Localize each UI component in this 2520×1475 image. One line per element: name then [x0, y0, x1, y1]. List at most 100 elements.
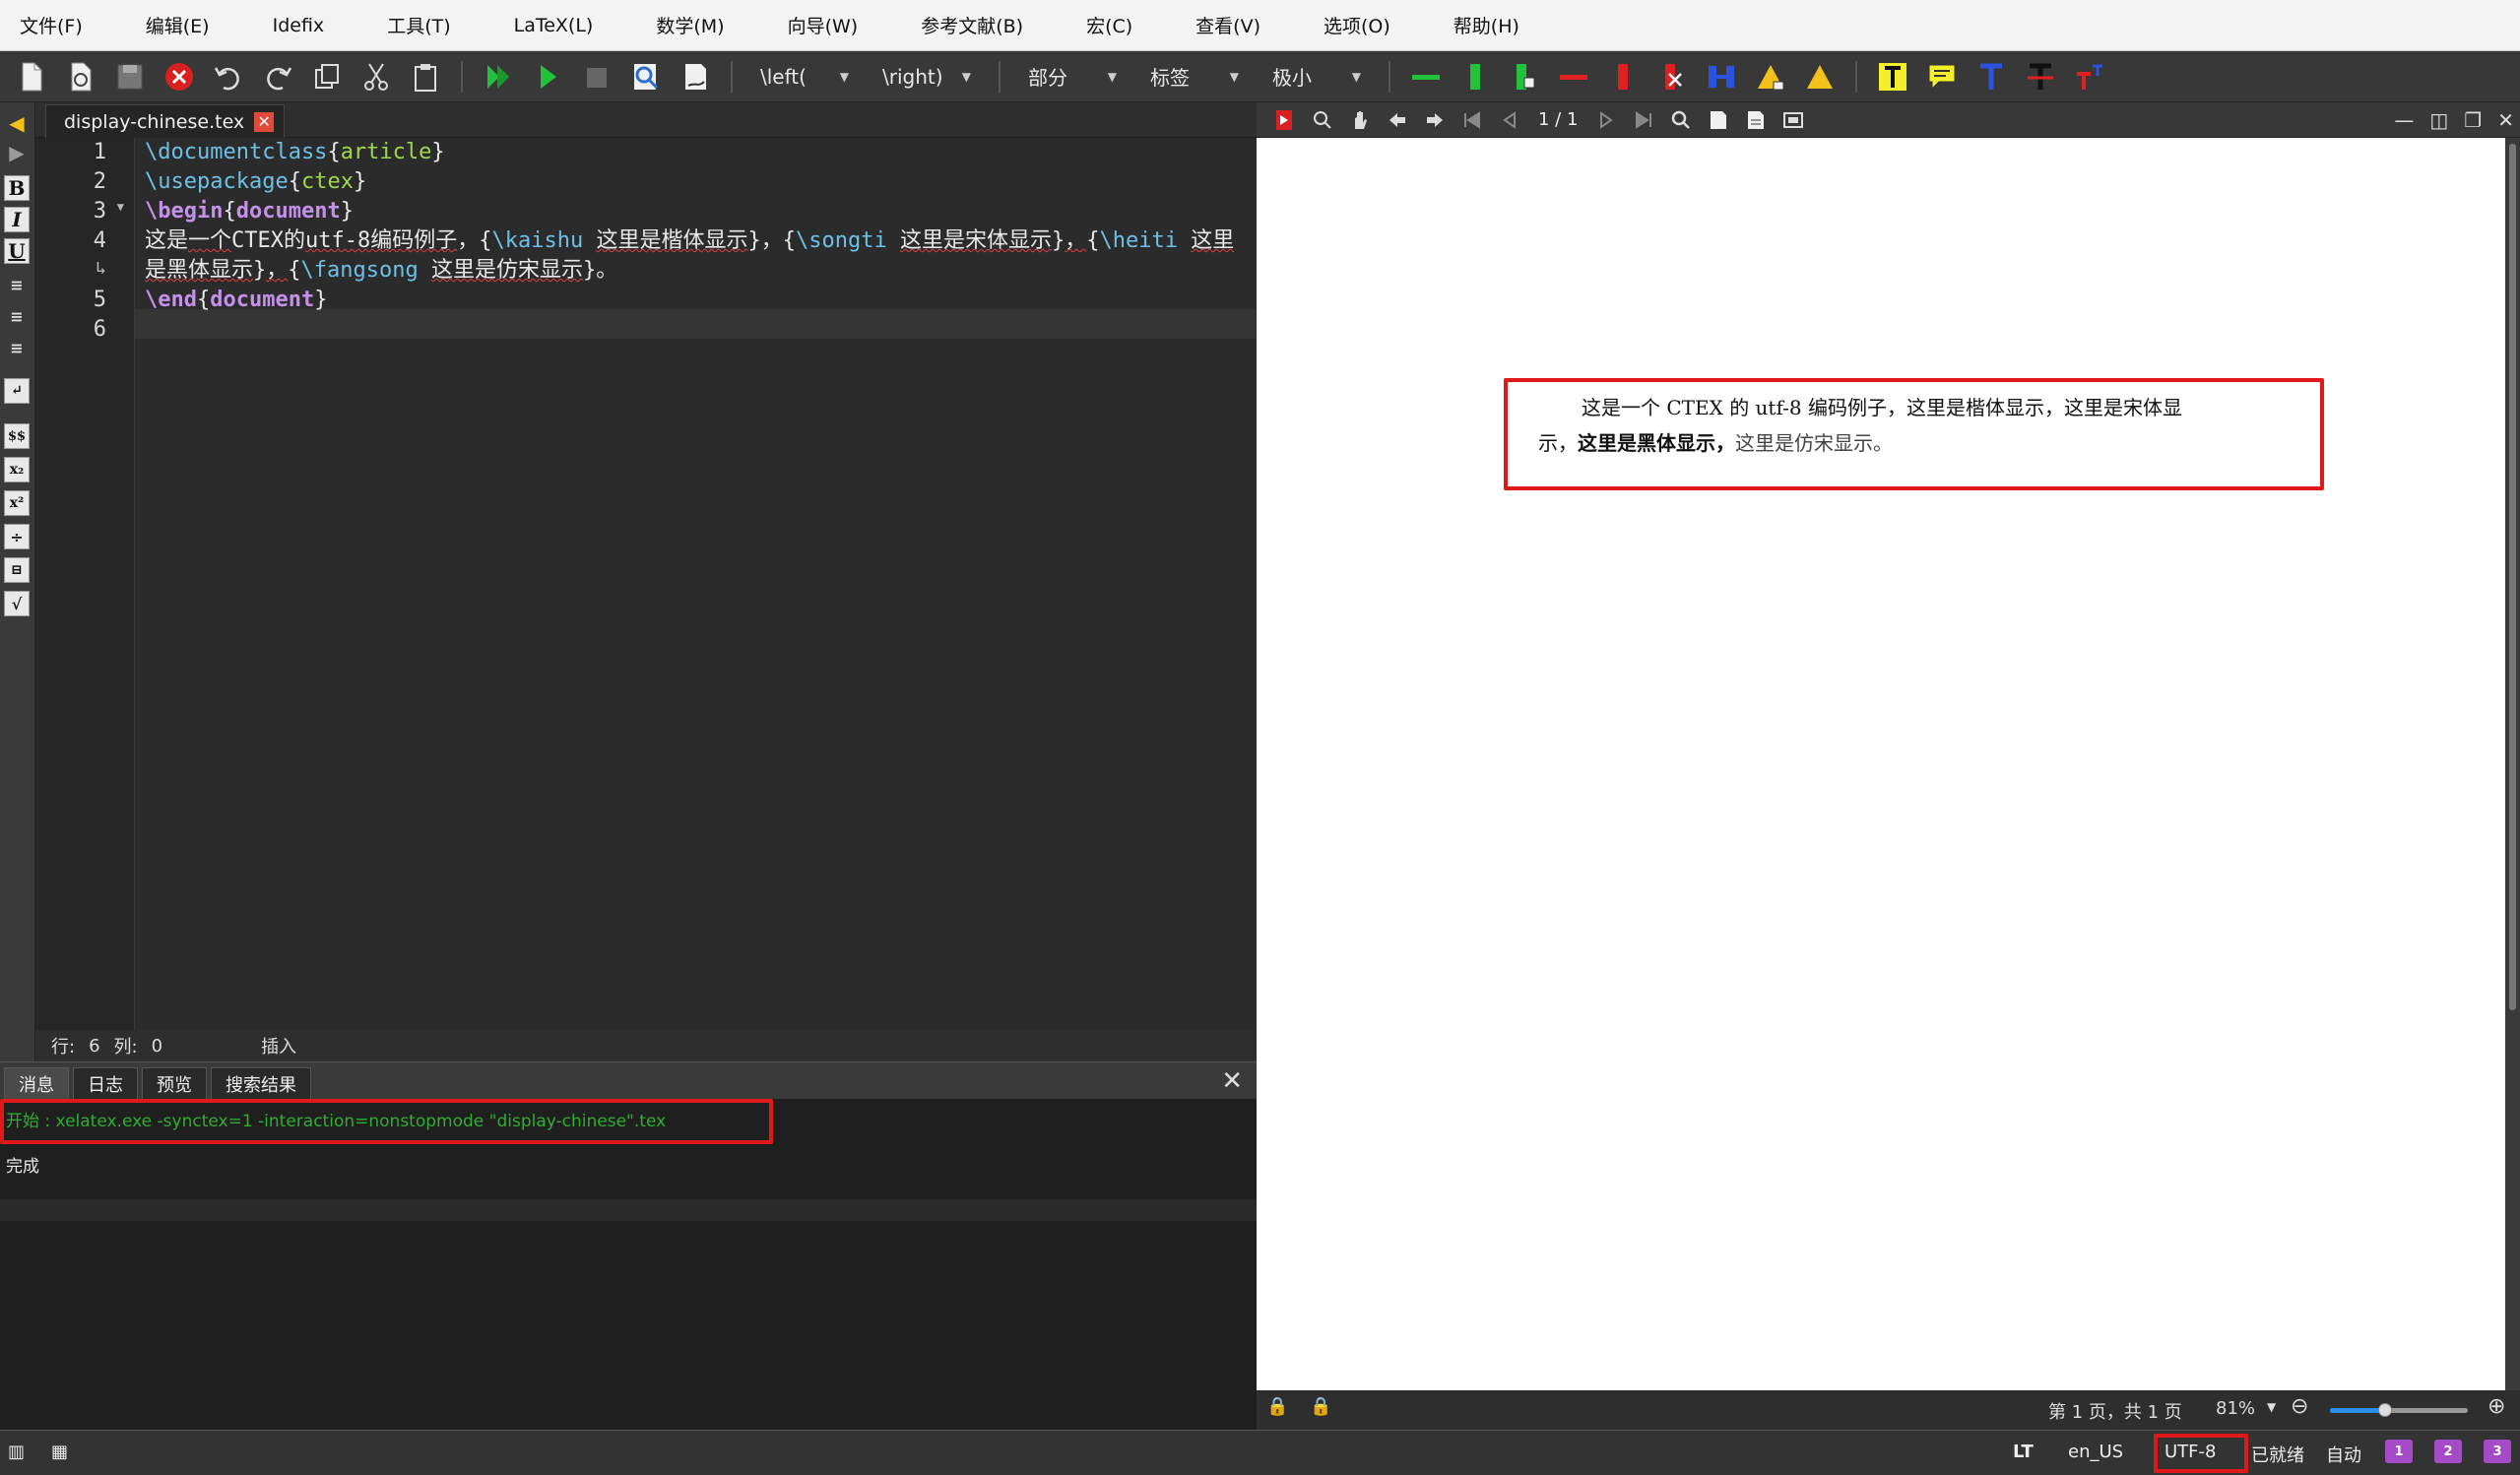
- menu-bibliography[interactable]: 参考文献(B): [909, 12, 1035, 38]
- maximize-icon[interactable]: ❐: [2464, 108, 2482, 132]
- close-panel-icon[interactable]: ✕: [1221, 1066, 1243, 1096]
- menu-macros[interactable]: 宏(C): [1074, 12, 1144, 38]
- menu-latex[interactable]: LaTeX(L): [502, 15, 606, 36]
- open-file-icon[interactable]: [63, 59, 98, 95]
- zoom-dropdown-icon[interactable]: ▼: [2267, 1400, 2276, 1414]
- dfrac-icon[interactable]: ⊟: [4, 557, 30, 583]
- back-arrow-icon[interactable]: ◀: [4, 110, 30, 136]
- fold-arrow-icon[interactable]: ▼: [117, 200, 124, 214]
- save-icon[interactable]: [112, 59, 148, 95]
- next-page-icon[interactable]: [1593, 107, 1619, 133]
- bookmark-1-icon[interactable]: 1: [2385, 1440, 2413, 1463]
- language-tool-icon[interactable]: LT: [2013, 1442, 2034, 1462]
- red-line-icon[interactable]: [1556, 59, 1591, 95]
- warning-next-icon[interactable]: [1802, 59, 1838, 95]
- menu-math[interactable]: 数学(M): [644, 12, 736, 38]
- forward-icon[interactable]: [1422, 107, 1448, 133]
- menu-edit[interactable]: 编辑(E): [134, 12, 222, 38]
- italic-icon[interactable]: I: [4, 207, 30, 232]
- menu-file[interactable]: 文件(F): [8, 12, 95, 38]
- underline-icon[interactable]: U: [4, 238, 30, 264]
- last-page-icon[interactable]: [1631, 107, 1656, 133]
- page-indicator[interactable]: 1 / 1: [1538, 109, 1578, 130]
- find-icon[interactable]: [1668, 107, 1694, 133]
- align-right-icon[interactable]: ≡: [4, 335, 30, 360]
- fit-page-icon[interactable]: [1743, 107, 1769, 133]
- stop-icon[interactable]: [579, 59, 614, 95]
- align-left-icon[interactable]: ≡: [4, 272, 30, 297]
- text-highlight-icon[interactable]: [1875, 59, 1910, 95]
- view-pdf-icon[interactable]: [628, 59, 664, 95]
- lock-icon[interactable]: 🔒: [1266, 1396, 1288, 1417]
- superscript-icon[interactable]: x²: [4, 490, 30, 516]
- file-tab[interactable]: display-chinese.tex ✕: [45, 104, 286, 138]
- view-log-icon[interactable]: [678, 59, 713, 95]
- auto-mode[interactable]: 自动: [2326, 1442, 2361, 1467]
- prev-page-icon[interactable]: [1497, 107, 1522, 133]
- copy-icon[interactable]: [309, 59, 345, 95]
- close-viewer-icon[interactable]: ✕: [2497, 108, 2514, 132]
- toggle-panel-icon[interactable]: ▦: [51, 1442, 68, 1462]
- newline-icon[interactable]: ↵: [4, 378, 30, 404]
- zoom-out-icon[interactable]: ⊖: [2291, 1394, 2308, 1419]
- size-dropdown[interactable]: 极小 ▼: [1262, 59, 1371, 95]
- magnifier-icon[interactable]: [1310, 107, 1335, 133]
- sync-source-icon[interactable]: [1272, 107, 1298, 133]
- align-center-icon[interactable]: ≡: [4, 303, 30, 329]
- bookmark-2-icon[interactable]: 2: [2434, 1440, 2462, 1463]
- warning-icon[interactable]: [1753, 59, 1788, 95]
- forward-arrow-icon[interactable]: ▶: [4, 140, 30, 165]
- bold-icon[interactable]: B: [4, 175, 30, 201]
- fraction-icon[interactable]: ÷: [4, 524, 30, 549]
- menu-help[interactable]: 帮助(H): [1442, 12, 1531, 38]
- spellcheck-language[interactable]: en_US: [2068, 1442, 2123, 1462]
- tab-log[interactable]: 日志: [73, 1067, 138, 1099]
- undo-icon[interactable]: [211, 59, 246, 95]
- pdf-viewer[interactable]: 这是一个 CTEX 的 utf-8 编码例子，这里是楷体显示，这里是宋体显 示，…: [1257, 138, 2520, 1390]
- zoom-level[interactable]: 81%: [2216, 1398, 2255, 1419]
- tab-search-results[interactable]: 搜索结果: [211, 1067, 311, 1099]
- menu-view[interactable]: 查看(V): [1184, 12, 1272, 38]
- red-delete-icon[interactable]: [1654, 59, 1690, 95]
- tab-messages[interactable]: 消息: [4, 1067, 69, 1099]
- red-bar-icon[interactable]: [1605, 59, 1641, 95]
- menu-options[interactable]: 选项(O): [1312, 12, 1402, 38]
- text-superscript-icon[interactable]: [2072, 59, 2107, 95]
- zoom-slider[interactable]: [2330, 1403, 2468, 1417]
- compile-icon[interactable]: [530, 59, 565, 95]
- comment-icon[interactable]: [1924, 59, 1960, 95]
- hand-pan-icon[interactable]: [1347, 107, 1373, 133]
- redo-icon[interactable]: [260, 59, 295, 95]
- text-strike-icon[interactable]: [2023, 59, 2058, 95]
- label-dropdown[interactable]: 标签 ▼: [1140, 59, 1249, 95]
- scrollbar-thumb[interactable]: [2509, 144, 2516, 1010]
- first-page-icon[interactable]: [1459, 107, 1485, 133]
- green-bar-icon[interactable]: [1457, 59, 1493, 95]
- minimize-icon[interactable]: —: [2394, 108, 2414, 132]
- blue-merge-icon[interactable]: [1704, 59, 1739, 95]
- cut-icon[interactable]: [358, 59, 394, 95]
- green-line-icon[interactable]: [1408, 59, 1444, 95]
- quick-build-icon[interactable]: [481, 59, 516, 95]
- green-insert-icon[interactable]: [1507, 59, 1542, 95]
- close-document-icon[interactable]: [162, 59, 197, 95]
- zoom-in-icon[interactable]: ⊕: [2488, 1394, 2505, 1419]
- paste-icon[interactable]: [408, 59, 443, 95]
- code-editor[interactable]: \documentclass{article} \usepackage{ctex…: [134, 138, 1258, 1030]
- split-view-icon[interactable]: ◫: [2429, 108, 2448, 132]
- toggle-structure-icon[interactable]: ▥: [8, 1442, 25, 1462]
- sqrt-icon[interactable]: √: [4, 591, 30, 616]
- text-blue-icon[interactable]: [1973, 59, 2009, 95]
- right-delimiter-dropdown[interactable]: \right) ▼: [872, 59, 981, 95]
- close-tab-icon[interactable]: ✕: [254, 111, 275, 132]
- viewer-scrollbar[interactable]: [2505, 138, 2520, 1390]
- zoom-slider-knob[interactable]: [2378, 1403, 2392, 1417]
- fit-width-icon[interactable]: [1706, 107, 1731, 133]
- display-math-icon[interactable]: $$: [4, 423, 30, 449]
- bookmark-3-icon[interactable]: 3: [2484, 1440, 2511, 1463]
- new-file-icon[interactable]: [14, 59, 49, 95]
- back-icon[interactable]: [1385, 107, 1410, 133]
- left-delimiter-dropdown[interactable]: \left(▼: [750, 59, 859, 95]
- menu-tools[interactable]: 工具(T): [375, 12, 462, 38]
- section-dropdown[interactable]: 部分 ▼: [1018, 59, 1127, 95]
